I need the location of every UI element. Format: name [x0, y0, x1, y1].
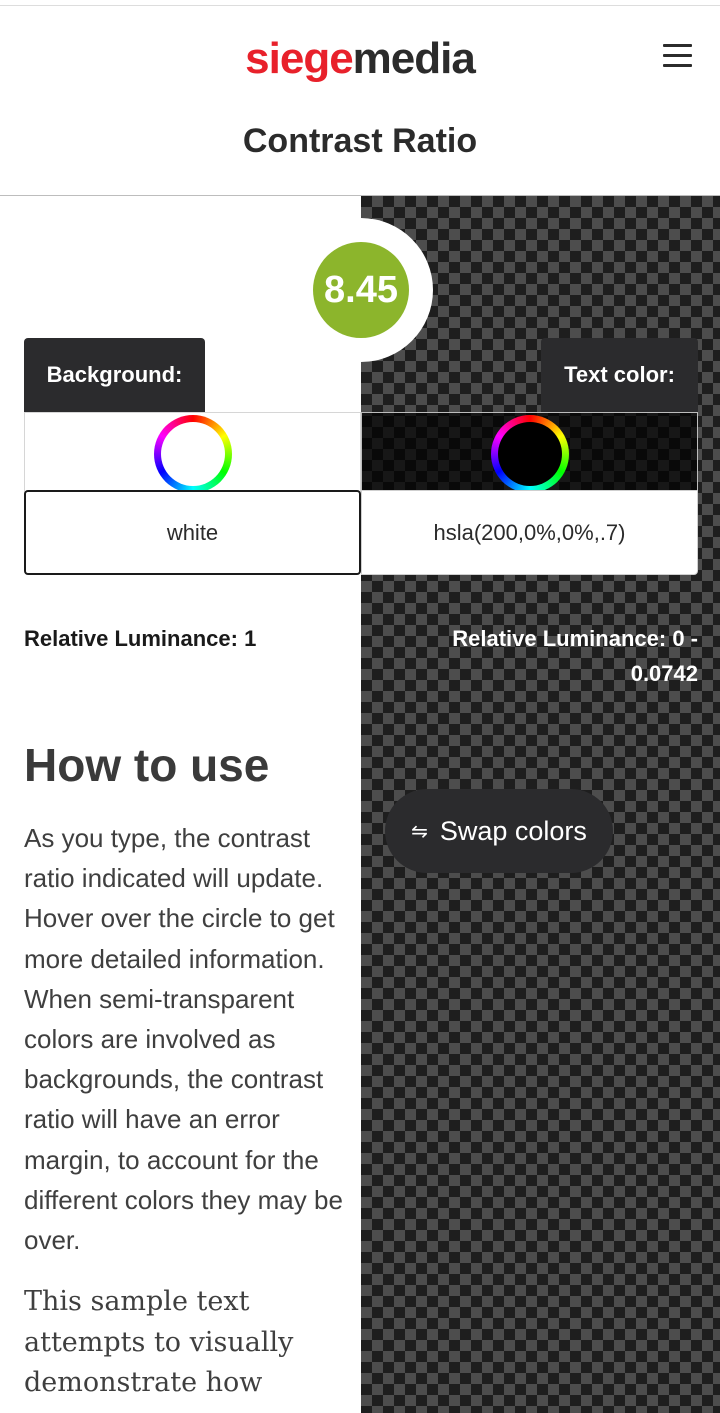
text-color-luminance: Relative Luminance: 0 - 0.0742 — [452, 626, 698, 686]
logo-media: media — [352, 34, 476, 83]
text-color-label: Text color: — [541, 338, 698, 412]
menu-bar — [663, 54, 692, 57]
site-header: siegemedia Contrast Ratio — [0, 6, 720, 196]
how-to-use-heading: How to use — [24, 739, 270, 791]
background-color-wheel-icon[interactable] — [154, 415, 232, 493]
swap-icon: ⇋ — [411, 820, 428, 843]
text-color-wheel-icon[interactable] — [491, 415, 569, 493]
text-color-picker — [361, 412, 698, 493]
background-luminance: Relative Luminance: 1 — [24, 626, 257, 651]
swap-colors-button[interactable]: ⇋ Swap colors — [385, 789, 613, 873]
page-title: Contrast Ratio — [242, 122, 478, 160]
text-color-input[interactable] — [361, 490, 698, 575]
text-color-swatch — [498, 422, 562, 486]
background-color-input[interactable] — [24, 490, 361, 575]
hamburger-menu-icon[interactable] — [663, 44, 693, 68]
background-label: Background: — [24, 338, 205, 412]
menu-bar — [663, 64, 692, 67]
sample-text: This sample text attempts to visually de… — [24, 1286, 294, 1398]
contrast-ratio-circle[interactable]: 8.45 — [313, 242, 409, 338]
logo-siege: siege — [245, 34, 354, 83]
background-color-picker — [24, 412, 361, 493]
menu-bar — [663, 44, 692, 47]
swap-colors-label: Swap colors — [439, 815, 587, 846]
siegemedia-logo[interactable]: siegemedia — [0, 34, 720, 84]
how-to-use-text: As you type, the contrast ratio indicate… — [24, 823, 343, 1256]
background-swatch — [161, 422, 225, 486]
